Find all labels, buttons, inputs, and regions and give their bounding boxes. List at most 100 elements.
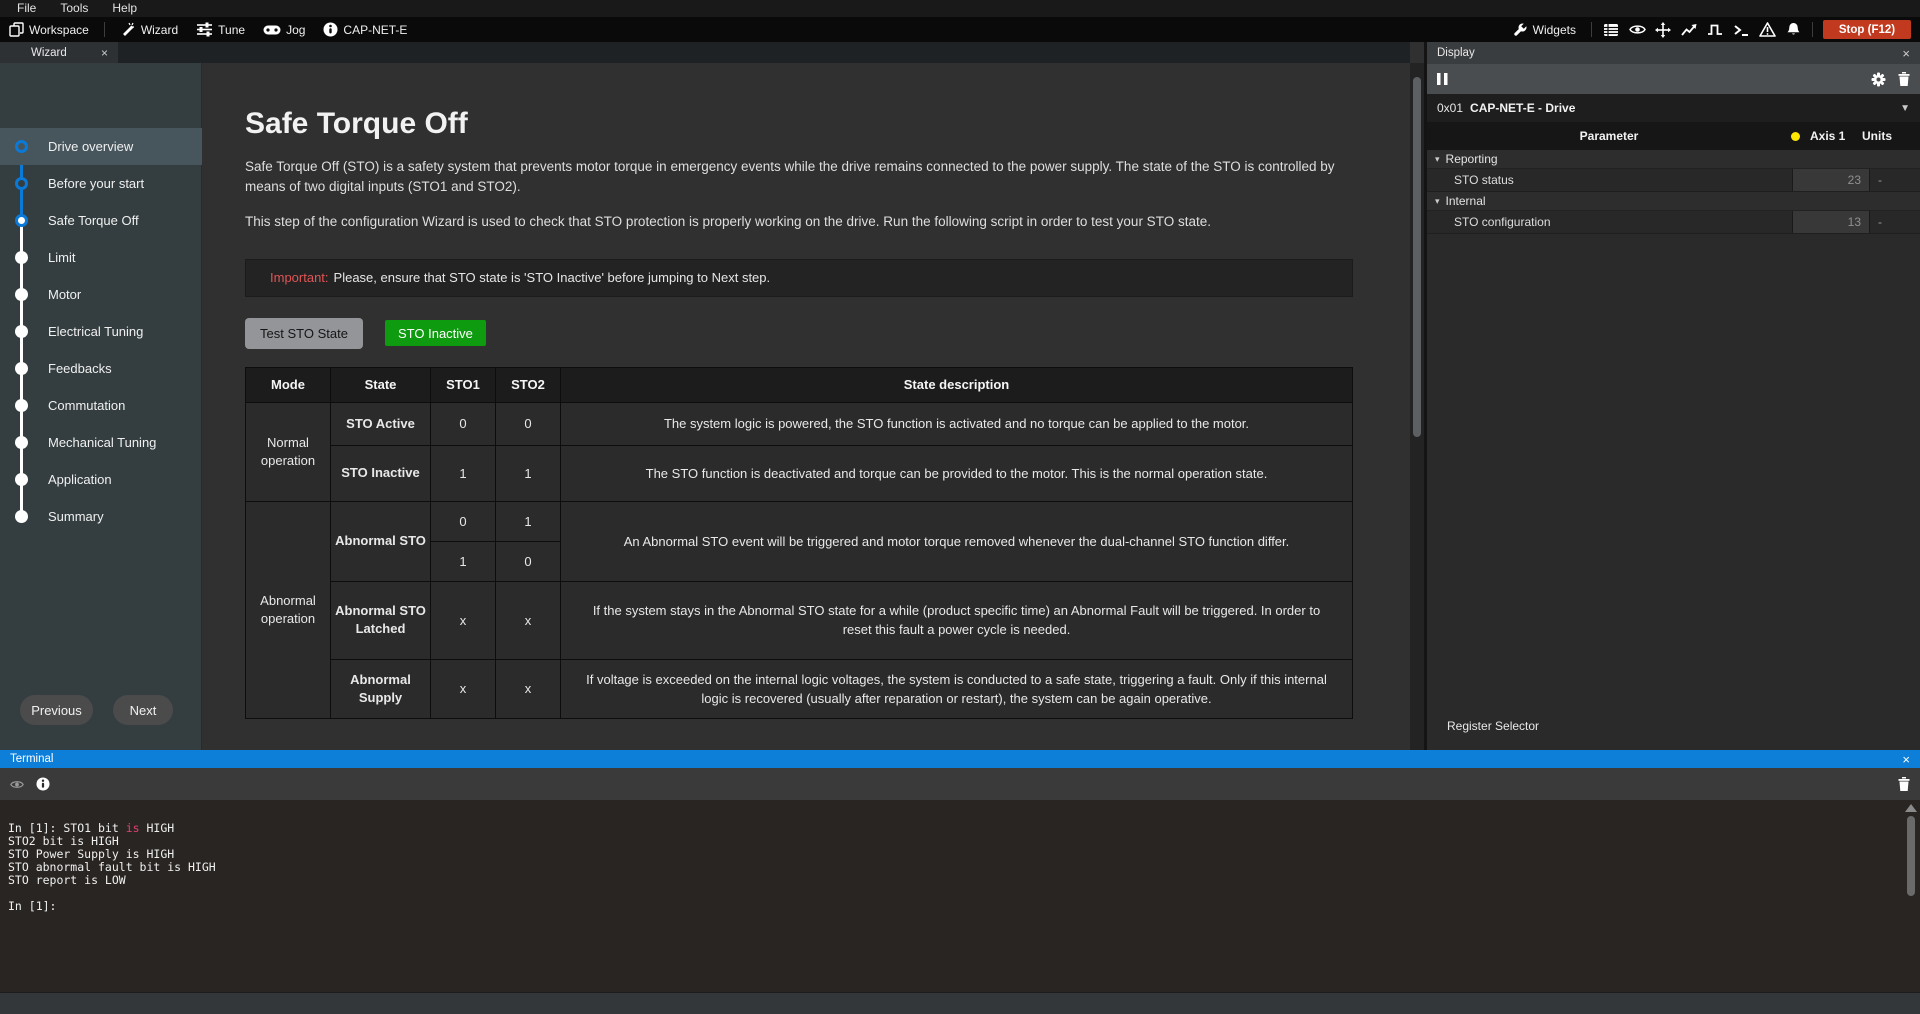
terminal-titlebar: Terminal ×: [0, 750, 1920, 768]
group-internal[interactable]: ▾ Internal: [1427, 192, 1920, 211]
drive-selector-row[interactable]: 0x01 CAP-NET-E - Drive ▼: [1427, 94, 1920, 122]
terminal-line: STO Power Supply is HIGH: [8, 848, 1920, 861]
gear-icon[interactable]: [1871, 72, 1886, 87]
sidebar-item-motor[interactable]: Motor: [0, 276, 202, 313]
scrollbar-thumb[interactable]: [1413, 77, 1421, 437]
main-scrollbar[interactable]: [1410, 63, 1424, 750]
terminal-prompt[interactable]: In [1]:: [8, 900, 1920, 913]
step-label: Electrical Tuning: [48, 324, 143, 339]
trash-icon[interactable]: [1898, 72, 1910, 86]
sidebar-item-safe-torque-off[interactable]: Safe Torque Off: [0, 202, 202, 239]
tune-button[interactable]: Tune: [187, 17, 254, 42]
display-panel: Display × 0x01 CAP-NET-E - Drive ▼ Param…: [1427, 42, 1920, 750]
table-row: Abnormal operation Abnormal STO 0 1 An A…: [246, 501, 1353, 541]
axis-color-dot: [1791, 132, 1800, 141]
stop-button[interactable]: Stop (F12): [1823, 20, 1911, 39]
trash-icon[interactable]: [1898, 777, 1910, 791]
sidebar-item-application[interactable]: Application: [0, 461, 202, 498]
warning-icon: [1759, 22, 1776, 37]
state-cell: STO Inactive: [331, 445, 431, 501]
terminal-bottom-strip: [0, 992, 1920, 1014]
eye-icon[interactable]: [10, 779, 24, 790]
info-icon[interactable]: [36, 777, 50, 791]
faults-warning-button[interactable]: [1754, 17, 1780, 42]
sidebar-item-mechanical-tuning[interactable]: Mechanical Tuning: [0, 424, 202, 461]
step-label: Mechanical Tuning: [48, 435, 156, 450]
table-row: Abnormal STO Latched x x If the system s…: [246, 581, 1353, 659]
step-label: Feedbacks: [48, 361, 112, 376]
header-sto1: STO1: [431, 367, 496, 402]
display-titlebar: Display ×: [1427, 42, 1920, 64]
notifications-bell-button[interactable]: [1780, 17, 1806, 42]
sidebar-item-commutation[interactable]: Commutation: [0, 387, 202, 424]
column-parameter: Parameter: [1427, 129, 1791, 143]
toolbar-separator: [1591, 22, 1592, 37]
sidebar-item-drive-overview[interactable]: Drive overview: [0, 128, 202, 165]
pause-icon[interactable]: [1437, 73, 1448, 85]
group-reporting[interactable]: ▾ Reporting: [1427, 150, 1920, 169]
next-button[interactable]: Next: [113, 695, 173, 725]
desc-cell: An Abnormal STO event will be triggered …: [561, 501, 1353, 581]
sidebar-item-feedbacks[interactable]: Feedbacks: [0, 350, 202, 387]
toolbar-separator: [1812, 22, 1813, 37]
motion-move-button[interactable]: [1650, 17, 1676, 42]
register-selector-label[interactable]: Register Selector: [1447, 719, 1539, 733]
tab-wizard[interactable]: Wizard ×: [0, 42, 118, 63]
display-toolbar: [1427, 64, 1920, 94]
sidebar-item-before-your-start[interactable]: Before your start: [0, 165, 202, 202]
wrench-icon: [1513, 22, 1528, 37]
column-axis: Axis 1: [1810, 129, 1862, 143]
previous-button[interactable]: Previous: [20, 695, 93, 725]
terminal-text: In [1]: STO1 bit: [8, 821, 126, 835]
menu-bar: File Tools Help: [0, 0, 1920, 17]
menu-tools[interactable]: Tools: [49, 0, 99, 17]
sto1-cell: 0: [431, 501, 496, 541]
step-dot: [15, 399, 28, 412]
close-icon[interactable]: ×: [1902, 752, 1910, 767]
state-cell: Abnormal STO: [331, 501, 431, 581]
chevron-down-icon[interactable]: ▼: [1900, 103, 1910, 114]
sidebar-item-limit[interactable]: Limit: [0, 239, 202, 276]
scope-chart-button[interactable]: [1676, 17, 1702, 42]
terminal-scrollbar[interactable]: [1905, 804, 1917, 984]
terminal-button[interactable]: [1728, 17, 1754, 42]
wizard-sidebar: Drive overview Before your start Safe To…: [0, 63, 202, 750]
tune-icon: [196, 22, 213, 37]
sidebar-item-summary[interactable]: Summary: [0, 498, 202, 535]
state-cell: Abnormal STO Latched: [331, 581, 431, 659]
sidebar-item-electrical-tuning[interactable]: Electrical Tuning: [0, 313, 202, 350]
jog-button[interactable]: Jog: [254, 17, 314, 42]
close-icon[interactable]: ×: [1902, 46, 1910, 61]
menu-help[interactable]: Help: [101, 0, 148, 17]
workspace-button[interactable]: Workspace: [0, 17, 98, 42]
step-label: Drive overview: [48, 139, 133, 154]
important-text: Please, ensure that STO state is 'STO In…: [334, 270, 771, 285]
test-sto-state-button[interactable]: Test STO State: [245, 318, 363, 349]
toolbar-separator: [104, 22, 105, 37]
group-label: Reporting: [1446, 152, 1498, 166]
drive-name: CAP-NET-E - Drive: [1470, 101, 1575, 115]
param-name: STO configuration: [1427, 215, 1792, 229]
bell-icon: [1786, 22, 1801, 37]
device-label: CAP-NET-E: [343, 23, 407, 37]
scroll-up-arrow-icon[interactable]: [1905, 804, 1917, 812]
step-label: Safe Torque Off: [48, 213, 139, 228]
scrollbar-thumb[interactable]: [1907, 816, 1915, 896]
param-row-sto-configuration[interactable]: STO configuration 13 -: [1427, 211, 1920, 234]
param-row-sto-status[interactable]: STO status 23 -: [1427, 169, 1920, 192]
wizard-page-safe-torque-off: Safe Torque Off Safe Torque Off (STO) is…: [202, 63, 1410, 750]
sto1-cell: 0: [431, 402, 496, 445]
signal-wave-button[interactable]: [1702, 17, 1728, 42]
terminal-blank-line: [8, 887, 1920, 900]
widgets-button[interactable]: Widgets: [1504, 17, 1585, 42]
registers-table-button[interactable]: [1598, 17, 1624, 42]
header-state: State: [331, 367, 431, 402]
monitor-eye-button[interactable]: [1624, 17, 1650, 42]
tab-wizard-label: Wizard: [31, 47, 67, 59]
wizard-button[interactable]: Wizard: [111, 17, 187, 42]
menu-file[interactable]: File: [6, 0, 47, 17]
state-cell: STO Active: [331, 402, 431, 445]
step-dot: [15, 436, 28, 449]
device-button[interactable]: CAP-NET-E: [314, 17, 416, 42]
close-icon[interactable]: ×: [101, 46, 108, 60]
